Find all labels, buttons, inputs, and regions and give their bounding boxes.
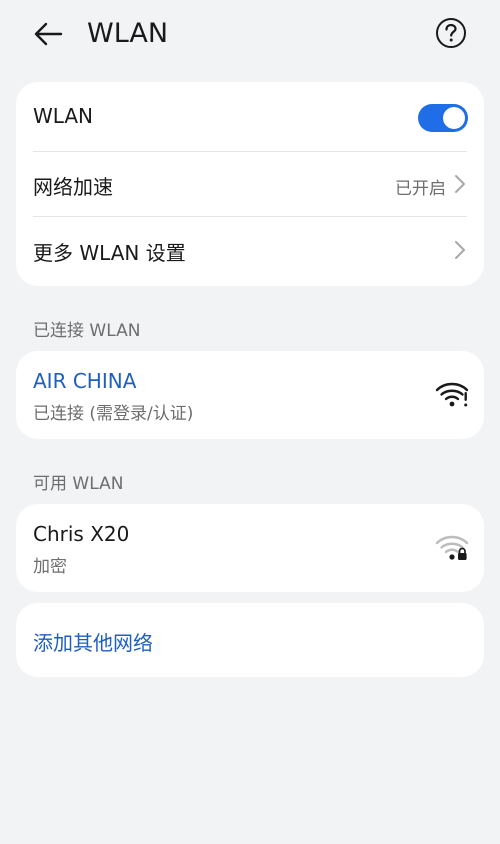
toggle-knob (443, 107, 465, 129)
more-wlan-settings-row[interactable]: 更多 WLAN 设置 (16, 217, 484, 283)
add-other-network-link[interactable]: 添加其他网络 (33, 627, 153, 656)
network-acceleration-value: 已开启 (395, 179, 446, 199)
help-icon (436, 18, 466, 48)
add-other-network-item[interactable]: 添加其他网络 (16, 603, 484, 677)
chevron-right-icon (455, 175, 465, 193)
network-acceleration-label: 网络加速 (33, 175, 113, 199)
wlan-toggle-row[interactable]: WLAN (16, 82, 484, 150)
available-wlan-section-label: 可用 WLAN (33, 474, 124, 494)
top-app-bar: WLAN (0, 0, 500, 70)
wlan-toggle-label: WLAN (33, 104, 94, 128)
network-status: 已连接 (需登录/认证) (33, 404, 194, 424)
network-status: 加密 (33, 557, 67, 577)
network-acceleration-row[interactable]: 网络加速 已开启 (16, 152, 484, 216)
network-name: Chris X20 (33, 522, 130, 546)
chevron-right-icon (455, 241, 465, 259)
back-arrow-icon (34, 22, 63, 46)
more-wlan-settings-label: 更多 WLAN 设置 (33, 241, 186, 265)
page-title: WLAN (87, 18, 169, 49)
back-button[interactable] (30, 18, 66, 50)
connected-wlan-section-label: 已连接 WLAN (33, 321, 141, 341)
wlan-settings-card: WLAN 网络加速 已开启 更多 WLAN 设置 (16, 82, 484, 286)
wifi-locked-icon (435, 535, 469, 560)
connected-network-item[interactable]: AIR CHINA 已连接 (需登录/认证) (16, 351, 484, 439)
help-button[interactable] (435, 17, 467, 49)
wlan-toggle-switch[interactable] (418, 104, 468, 132)
network-name: AIR CHINA (33, 369, 137, 393)
wifi-strong-icon (435, 382, 469, 407)
available-network-item[interactable]: Chris X20 加密 (16, 504, 484, 592)
